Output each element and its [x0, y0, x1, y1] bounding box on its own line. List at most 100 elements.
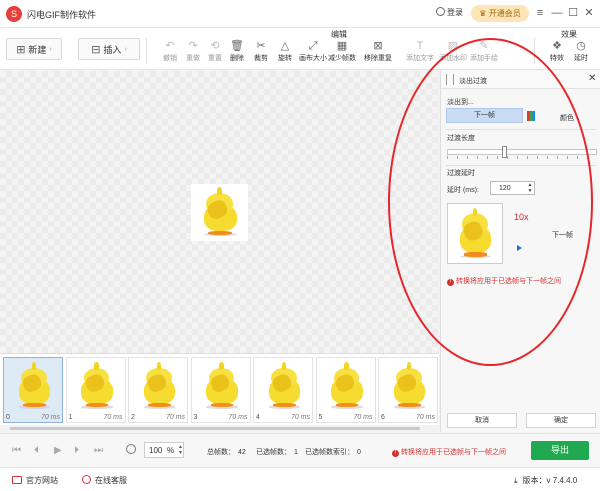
- prev-frame-icon[interactable]: ⏴: [34, 445, 39, 456]
- frame-duration: 70 ms: [415, 414, 435, 421]
- frame-strip[interactable]: 0 70 ms 1 70 ms 2 70 ms 3 70 ms 4 70 ms 5 70 ms 6 70 …: [0, 353, 439, 432]
- fade-to-label: 淡出到...: [447, 99, 474, 106]
- login-button[interactable]: 登录: [436, 7, 463, 18]
- frame-thumbnail[interactable]: 4 70 ms: [253, 357, 313, 423]
- play-icon[interactable]: ▶: [54, 445, 62, 456]
- support-icon: [82, 475, 91, 484]
- total-frames-label: 总帧数：: [207, 449, 235, 456]
- chevron-icon: ›: [49, 45, 52, 53]
- frame-strip-scrollbar[interactable]: [0, 425, 439, 432]
- frame-duration: 70 ms: [165, 414, 185, 421]
- zoom-spin-icon[interactable]: ▲ ▼: [178, 444, 183, 456]
- status-bar: 官方网站 在线客服 ⤓ 版本：v 7.4.4.0: [0, 467, 600, 491]
- color-swatch-icon[interactable]: [527, 111, 535, 121]
- tool-delay-button[interactable]: ◷ 延时: [566, 40, 596, 63]
- confirm-button[interactable]: 确定: [526, 413, 596, 428]
- title-bar: S 闪电GIF制作软件 登录 ♛ 开通会员 ≡ — ☐ ✕: [0, 0, 600, 28]
- duck-image: [382, 359, 436, 413]
- tool-add-watermark-button[interactable]: ▨ 添加水印: [438, 40, 468, 63]
- playback-bar: ⏮ ⏴ ▶ ⏵ ⏭ 100 % ▲ ▼ 总帧数： 42 已选帧数： 1 已选帧数索引：…: [0, 433, 600, 467]
- cancel-button[interactable]: 取消: [447, 413, 517, 428]
- minimize-icon[interactable]: —: [549, 4, 565, 22]
- frame-thumbnail[interactable]: 5 70 ms: [315, 357, 376, 423]
- frame-index: 2: [131, 414, 135, 421]
- frame-duration: 70 ms: [40, 414, 60, 421]
- first-frame-icon[interactable]: ⏮: [12, 445, 21, 456]
- maximize-icon[interactable]: ☐: [565, 4, 581, 22]
- scrollbar-thumb[interactable]: [10, 427, 420, 430]
- frame-thumbnail[interactable]: 0 70 ms: [3, 357, 63, 423]
- warning-icon: !: [392, 450, 399, 457]
- online-support-link[interactable]: 在线客服: [82, 475, 127, 486]
- panel-warning-text: 转换将应用于已选帧与下一帧之间: [456, 278, 561, 285]
- slider-thumb[interactable]: [502, 146, 508, 158]
- toolbar: 编辑 效果 ⊞ 新建 › ⊟ 插入 › ↶ 撤销 ↷ 重做 ⟲ 重置 🗑 删除 ✂ 裁剪 △ 旋转 ⤢ 画…: [0, 28, 600, 70]
- official-website-link[interactable]: 官方网站: [12, 475, 58, 486]
- tool-label: 裁剪: [254, 55, 268, 62]
- panel-title: 淡出过渡: [459, 78, 487, 85]
- delay-icon: ◷: [576, 40, 586, 52]
- export-button[interactable]: 导出: [531, 441, 589, 460]
- selected-frames: 已选帧数： 1: [256, 447, 298, 457]
- app-logo-icon: S: [6, 6, 22, 22]
- last-frame-icon[interactable]: ⏭: [94, 445, 103, 456]
- download-icon[interactable]: ⤓: [514, 476, 518, 485]
- fade-to-next-frame-option[interactable]: 下一帧: [446, 108, 523, 123]
- tool-label: 重做: [186, 55, 200, 62]
- frame-thumbnail[interactable]: 2 70 ms: [128, 357, 188, 423]
- frame-thumbnail[interactable]: 1 70 ms: [65, 357, 126, 423]
- rotate-icon: △: [280, 40, 290, 52]
- insert-button-label: 插入: [103, 44, 122, 55]
- plus-icon: ⊞: [16, 43, 26, 56]
- next-frame-label: 下一帧: [552, 232, 573, 239]
- new-button[interactable]: ⊞ 新建 ›: [6, 38, 62, 60]
- tool-label: 添加手绘: [470, 55, 498, 62]
- duck-image: [448, 204, 502, 263]
- preview-canvas[interactable]: [0, 71, 439, 353]
- tool-rotate-button[interactable]: △ 旋转: [270, 40, 300, 63]
- frame-index: 4: [256, 414, 260, 421]
- vip-button[interactable]: ♛ 开通会员: [471, 5, 529, 22]
- transition-delay-label: 过渡延时: [447, 170, 475, 177]
- group-label-edit: 编辑: [331, 30, 347, 39]
- selected-frames-label: 已选帧数：: [256, 449, 291, 456]
- tool-remove-duplicate-button[interactable]: ⊠ 移除重复: [363, 40, 393, 63]
- tool-add-text-button[interactable]: T 添加文字: [405, 40, 435, 63]
- tool-label: 重置: [208, 55, 222, 62]
- total-frames-value: 42: [238, 449, 246, 456]
- monitor-icon: [12, 476, 22, 484]
- frame-duration: 70 ms: [103, 414, 123, 421]
- menu-icon[interactable]: ≡: [532, 4, 548, 22]
- delay-input[interactable]: 120 ▲ ▼: [490, 181, 535, 195]
- total-frames: 总帧数： 42: [207, 447, 246, 457]
- transition-preview: [447, 203, 503, 264]
- tool-label: 画布大小: [299, 55, 327, 62]
- panel-close-icon[interactable]: ✕: [588, 73, 596, 84]
- frame-duration: 70 ms: [228, 414, 248, 421]
- frame-thumbnail[interactable]: 3 70 ms: [190, 357, 251, 423]
- toolbar-separator: [534, 38, 535, 64]
- tool-add-drawing-button[interactable]: ✎ 添加手绘: [469, 40, 499, 63]
- next-frame-icon[interactable]: ⏵: [74, 445, 79, 456]
- fade-to-color-option[interactable]: 颜色: [560, 113, 574, 123]
- crown-icon: ♛: [479, 9, 489, 18]
- delay-ms-label: 延时 (ms):: [447, 187, 479, 194]
- tool-label: 添加文字: [406, 55, 434, 62]
- canvas-size-icon: ⤢: [308, 40, 318, 52]
- close-icon[interactable]: ✕: [581, 4, 597, 22]
- spin-down-icon[interactable]: ▼: [526, 188, 534, 194]
- insert-button[interactable]: ⊟ 插入 ›: [78, 38, 140, 60]
- frame-index: 5: [318, 414, 323, 421]
- delay-value: 120: [499, 185, 511, 192]
- transition-length-slider[interactable]: [447, 149, 597, 155]
- zoom-input[interactable]: 100 % ▲ ▼: [144, 442, 184, 458]
- selected-index: 已选帧数索引： 0: [305, 447, 361, 457]
- duck-image: [7, 359, 61, 413]
- tool-reduce-frames-button[interactable]: ▦ 减少帧数: [327, 40, 357, 63]
- frame-duration: 70 ms: [353, 414, 373, 421]
- tool-canvas-size-button[interactable]: ⤢ 画布大小: [298, 40, 328, 63]
- frame-thumbnail[interactable]: 6 70 ms: [378, 357, 438, 423]
- panel-warning: ! 转换将应用于已选帧与下一帧之间: [447, 276, 561, 286]
- remove-duplicate-icon: ⊠: [373, 40, 383, 52]
- vip-label: 开通会员: [488, 9, 521, 18]
